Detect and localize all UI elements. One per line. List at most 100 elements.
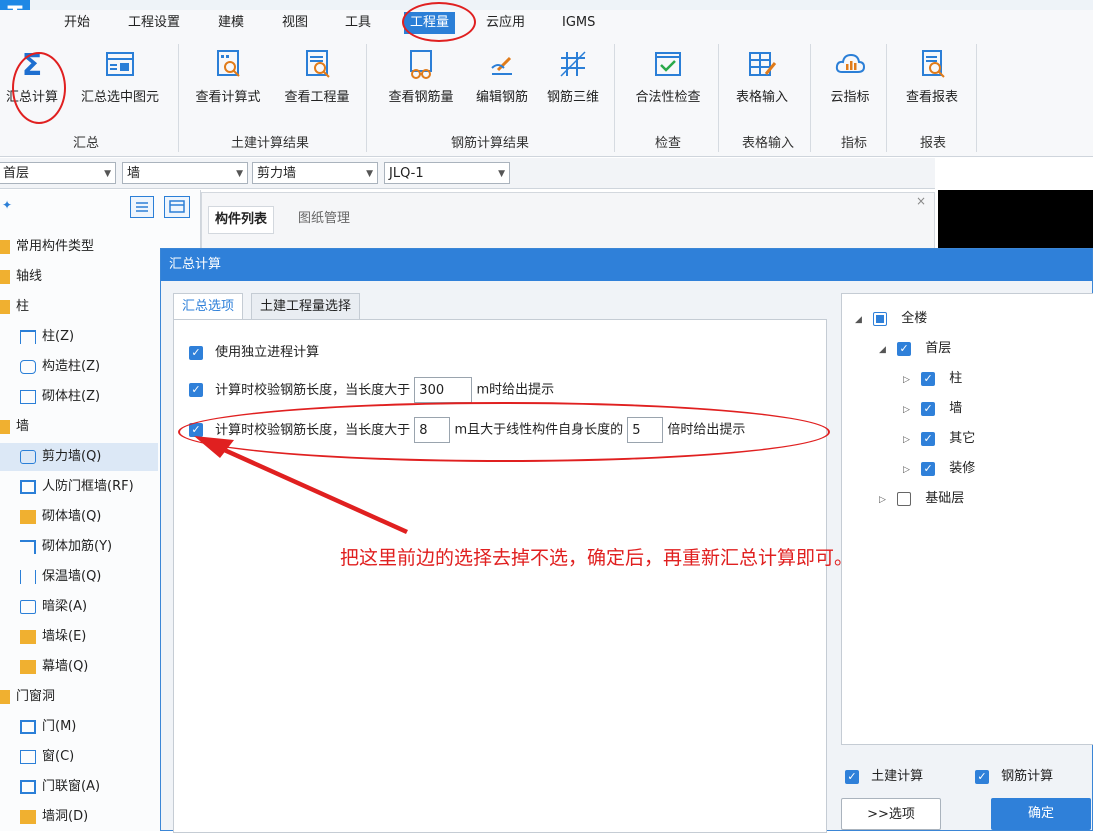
- view-formula-button[interactable]: 查看计算式: [190, 46, 266, 114]
- window-icon: [20, 749, 36, 764]
- checkbox-checked-icon[interactable]: ✓: [921, 431, 936, 446]
- tab-summary-options[interactable]: 汇总选项: [173, 293, 244, 320]
- annotation-ellipse-tab: [402, 2, 476, 42]
- tree-item-civil-defense-wall[interactable]: 人防门框墙(RF): [20, 473, 134, 501]
- tree-item-wall-hole[interactable]: 墙洞(D): [20, 803, 88, 831]
- tree-node-openings-group[interactable]: 门窗洞: [0, 683, 55, 711]
- checkbox-checked-icon[interactable]: ✓: [921, 371, 936, 386]
- checkbox-checked-icon[interactable]: ✓: [189, 345, 203, 360]
- tree-item-insulation-wall[interactable]: 保温墙(Q): [20, 563, 101, 591]
- constructional-column-icon: [20, 359, 36, 374]
- list-view-icon[interactable]: [130, 196, 154, 218]
- rebar-3d-button[interactable]: 钢筋三维: [540, 46, 606, 114]
- tree-item-column[interactable]: 柱(Z): [20, 323, 74, 351]
- tab-drawing-management[interactable]: 图纸管理: [292, 206, 356, 232]
- validity-check-button[interactable]: 合法性检查: [626, 46, 710, 114]
- option-independent-process[interactable]: ✓ 使用独立进程计算: [189, 341, 319, 360]
- view-rebar-button[interactable]: 查看钢筋量: [380, 46, 462, 114]
- floor-tree-first-floor[interactable]: ◢ ✓ 首层: [879, 337, 951, 356]
- tab-civil-selection[interactable]: 土建工程量选择: [251, 293, 361, 320]
- checkbox-checked-icon[interactable]: ✓: [975, 769, 989, 784]
- rebar-calc-option[interactable]: ✓ 钢筋计算: [975, 765, 1053, 784]
- checkbox-partial-icon[interactable]: [873, 311, 888, 326]
- collapse-triangle-icon[interactable]: ▷: [879, 495, 893, 505]
- table-input-button[interactable]: 表格输入: [728, 46, 796, 114]
- checkbox-checked-icon[interactable]: ✓: [897, 341, 912, 356]
- chevron-down-icon: ▼: [366, 169, 373, 179]
- tree-item-wall-pier[interactable]: 墙垛(E): [20, 623, 86, 651]
- options-button[interactable]: >>选项: [841, 798, 941, 830]
- group-separator: [810, 44, 811, 152]
- close-icon[interactable]: ×: [916, 194, 926, 208]
- floor-tree-base[interactable]: ▷ 基础层: [879, 487, 964, 506]
- max-length-input[interactable]: 300: [414, 377, 473, 403]
- tree-item-hidden-beam[interactable]: 暗梁(A): [20, 593, 87, 621]
- tree-item-constructional-column[interactable]: 构造柱(Z): [20, 353, 100, 381]
- tree-item-masonry-rebar[interactable]: 砌体加筋(Y): [20, 533, 112, 561]
- checkbox-checked-icon[interactable]: ✓: [189, 383, 203, 397]
- collapse-triangle-icon[interactable]: ▷: [903, 405, 917, 415]
- floor-select[interactable]: 首层 ▼: [0, 162, 116, 184]
- tree-item-window[interactable]: 窗(C): [20, 743, 74, 771]
- checkbox-checked-icon[interactable]: ✓: [845, 769, 859, 784]
- floor-tree-decoration[interactable]: ▷ ✓ 装修: [903, 457, 975, 476]
- tree-item-shear-wall[interactable]: 剪力墙(Q): [0, 443, 158, 471]
- hidden-beam-icon: [20, 599, 36, 614]
- type-select[interactable]: 剪力墙 ▼: [252, 162, 378, 184]
- tab-tools[interactable]: 工具: [339, 12, 377, 34]
- checkbox-unchecked-icon[interactable]: [897, 491, 912, 506]
- collapse-triangle-icon[interactable]: ▷: [903, 465, 917, 475]
- floor-tree-other[interactable]: ▷ ✓ 其它: [903, 427, 975, 446]
- floor-tree-panel: [841, 293, 1093, 745]
- option-rebar-length-check[interactable]: ✓ 计算时校验钢筋长度，当长度大于 300 m时给出提示: [189, 377, 554, 403]
- grid-window-icon: [106, 52, 134, 76]
- collapse-triangle-icon[interactable]: ▷: [903, 435, 917, 445]
- tree-item-door-window[interactable]: 门联窗(A): [20, 773, 100, 801]
- tab-cloud[interactable]: 云应用: [480, 12, 531, 34]
- floor-tree-wall[interactable]: ▷ ✓ 墙: [903, 397, 962, 416]
- view-quantity-button[interactable]: 查看工程量: [278, 46, 356, 114]
- tree-item-masonry-column[interactable]: 砌体柱(Z): [20, 383, 100, 411]
- expand-triangle-icon[interactable]: ◢: [879, 345, 893, 355]
- tab-igms[interactable]: IGMS: [556, 12, 601, 34]
- grid-view-icon[interactable]: [164, 196, 190, 218]
- annotation-ellipse-button: [12, 52, 66, 124]
- masonry-column-icon: [20, 389, 36, 404]
- pin-icon[interactable]: ✦: [2, 198, 12, 212]
- annotation-arrow-icon: [194, 436, 408, 534]
- cloud-chart-icon: [835, 53, 866, 73]
- tab-view[interactable]: 视图: [276, 12, 314, 34]
- floor-tree-all[interactable]: ◢ 全楼: [855, 307, 927, 326]
- chevron-down-icon: ▼: [498, 169, 505, 179]
- tree-node-axis[interactable]: 轴线: [0, 263, 42, 291]
- tab-start[interactable]: 开始: [58, 12, 96, 34]
- ok-button[interactable]: 确定: [991, 798, 1091, 830]
- rebar-glasses-icon: [410, 50, 432, 79]
- tree-node-wall-group[interactable]: 墙: [0, 413, 29, 441]
- checkbox-checked-icon[interactable]: ✓: [921, 461, 936, 476]
- floor-tree-column[interactable]: ▷ ✓ 柱: [903, 367, 962, 386]
- tree-item-door[interactable]: 门(M): [20, 713, 76, 741]
- expand-triangle-icon[interactable]: ◢: [855, 315, 869, 325]
- tab-modeling[interactable]: 建模: [212, 12, 250, 34]
- category-select[interactable]: 墙 ▼: [122, 162, 248, 184]
- collapse-triangle-icon[interactable]: ▷: [903, 375, 917, 385]
- cloud-index-button[interactable]: 云指标: [822, 46, 878, 114]
- edit-rebar-button[interactable]: 编辑钢筋: [466, 46, 538, 114]
- group-separator: [366, 44, 367, 152]
- tree-node-common-types[interactable]: 常用构件类型: [0, 233, 94, 261]
- drawing-canvas[interactable]: [938, 190, 1093, 250]
- tab-component-list[interactable]: 构件列表: [208, 206, 275, 234]
- door-window-icon: [20, 779, 36, 794]
- tree-item-curtain-wall[interactable]: 幕墙(Q): [20, 653, 88, 681]
- checkbox-checked-icon[interactable]: ✓: [921, 401, 936, 416]
- civil-calc-option[interactable]: ✓ 土建计算: [845, 765, 923, 784]
- summary-selected-button[interactable]: 汇总选中图元: [70, 46, 170, 114]
- tree-node-column-group[interactable]: 柱: [0, 293, 29, 321]
- tab-project-settings[interactable]: 工程设置: [122, 12, 186, 34]
- tree-item-masonry-wall[interactable]: 砌体墙(Q): [20, 503, 101, 531]
- report-magnifier-icon: [922, 50, 945, 78]
- group-separator: [178, 44, 179, 152]
- component-select[interactable]: JLQ-1 ▼: [384, 162, 510, 184]
- view-report-button[interactable]: 查看报表: [898, 46, 966, 114]
